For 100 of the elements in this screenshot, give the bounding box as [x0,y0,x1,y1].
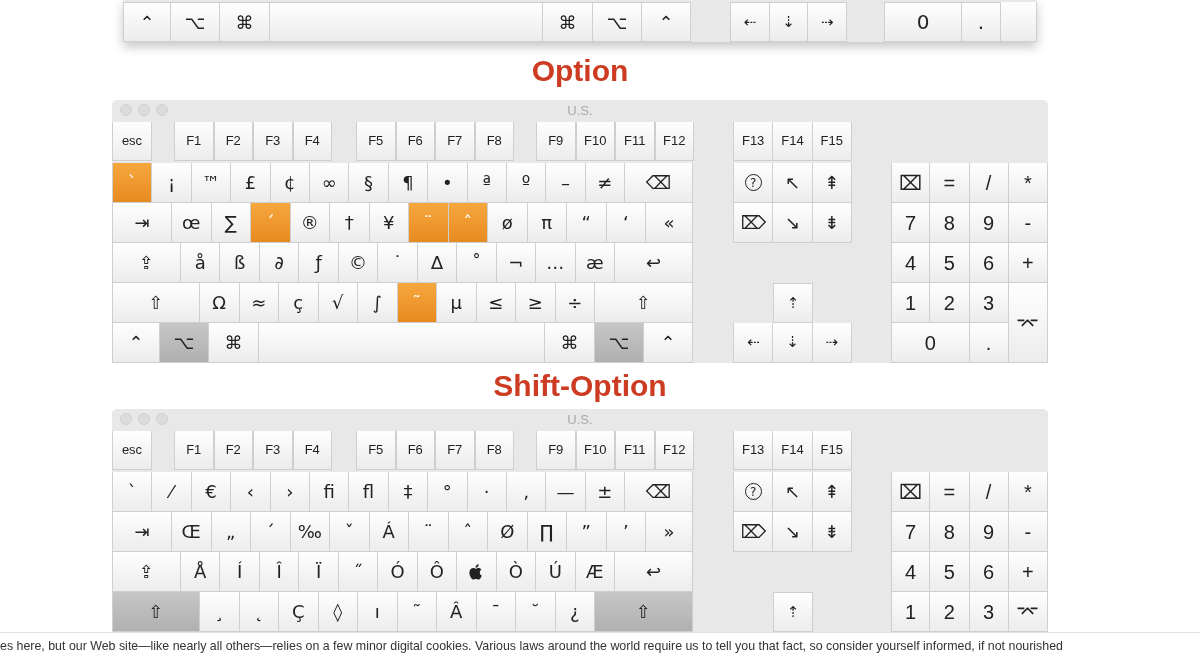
keyboard-key[interactable]: æ [575,243,615,283]
space-bar[interactable] [259,323,545,363]
keyboard-key[interactable]: ⌤ [1008,283,1048,363]
keyboard-key[interactable]: 1 [891,283,931,323]
keyboard-key[interactable]: ≈ [239,283,279,323]
keyboard-key[interactable]: + [1008,243,1048,283]
keyboard-key[interactable]: ⇣ [773,323,813,363]
keyboard-key[interactable]: 0 [891,323,970,363]
keyboard-key[interactable]: ⌘ [545,323,595,363]
keyboard-key[interactable]: • [428,163,468,203]
keyboard-key[interactable]: F11 [615,122,655,161]
keyboard-key[interactable]: £ [231,163,271,203]
keyboard-key[interactable]: ⌃ [642,2,691,42]
keyboard-key[interactable]: ç [279,283,319,323]
keyboard-key[interactable]: ⌧ [891,472,931,512]
keyboard-key[interactable]: ˇ [330,512,370,552]
keyboard-key[interactable]: F15 [812,122,852,161]
keyboard-key[interactable]: F1 [174,122,214,161]
keyboard-key[interactable]: F6 [395,122,435,161]
keyboard-key[interactable]: ˆ [448,512,488,552]
keyboard-key[interactable]: ⌧ [891,163,931,203]
keyboard-key[interactable]: 1 [891,592,931,632]
keyboard-key[interactable]: F14 [773,431,813,470]
keyboard-key[interactable]: F2 [213,122,253,161]
keyboard-key[interactable]: ⇥ [112,203,172,243]
keyboard-key[interactable]: ≥ [516,283,556,323]
keyboard-key[interactable]: ⇧ [112,592,200,632]
keyboard-key[interactable]: ∫ [358,283,398,323]
keyboard-key[interactable]: F5 [356,122,396,161]
keyboard-key[interactable]: † [330,203,370,243]
keyboard-key[interactable]: ⇞ [812,163,852,203]
keyboard-key[interactable]: ↖ [773,472,813,512]
keyboard-key[interactable]: F7 [435,431,475,470]
keyboard-key[interactable]: ⇢ [808,2,847,42]
keyboard-key[interactable]: ∂ [259,243,300,283]
keyboard-key[interactable]: 2 [930,592,970,632]
keyboard-key[interactable]: F9 [536,122,576,161]
keyboard-key[interactable]: ? [733,163,774,203]
keyboard-key[interactable]: … [536,243,576,283]
keyboard-key[interactable]: 7 [891,203,931,243]
keyboard-key[interactable]: ⌘ [220,2,270,42]
keyboard-key[interactable]: Å [181,552,221,592]
keyboard-key[interactable]: 5 [930,552,970,592]
keyboard-key[interactable]: ⌃ [112,323,160,363]
keyboard-key[interactable] [457,552,497,592]
keyboard-key[interactable]: ⌦ [733,203,774,243]
keyboard-key[interactable]: º [506,163,547,203]
keyboard-key[interactable]: 3 [969,283,1009,323]
keyboard-key[interactable]: π [527,203,567,243]
keyboard-key[interactable]: ¢ [270,163,310,203]
keyboard-key[interactable]: ⇠ [733,323,774,363]
keyboard-key[interactable]: Ω [200,283,240,323]
keyboard-key[interactable]: F13 [733,122,774,161]
keyboard-key[interactable]: ↘ [773,512,813,552]
keyboard-key[interactable]: / [969,163,1009,203]
keyboard-key[interactable]: Æ [575,552,615,592]
keyboard-key[interactable]: ⌥ [171,2,220,42]
keyboard-key[interactable]: ⇧ [112,283,200,323]
keyboard-key[interactable]: ƒ [299,243,339,283]
keyboard-key[interactable]: ﬁ [309,472,350,512]
keyboard-key[interactable]: F7 [435,122,475,161]
keyboard-key[interactable]: ª [467,163,507,203]
keyboard-key[interactable]: ⇡ [773,283,813,323]
keyboard-key[interactable]: F11 [615,431,655,470]
keyboard-key[interactable]: 4 [891,552,931,592]
keyboard-key[interactable]: µ [437,283,477,323]
keyboard-key[interactable]: = [930,163,970,203]
keyboard-key[interactable]: 6 [969,552,1009,592]
keyboard-key[interactable]: F3 [253,122,293,161]
keyboard-key[interactable]: esc [112,122,152,161]
keyboard-key[interactable]: ˙ [378,243,418,283]
keyboard-key[interactable]: 8 [930,512,970,552]
keyboard-key[interactable]: ⌃ [644,323,693,363]
keyboard-key[interactable]: ´ [251,512,291,552]
keyboard-key[interactable]: F2 [213,431,253,470]
keyboard-key[interactable]: ↩ [615,243,693,283]
keyboard-key[interactable]: ⇟ [812,512,852,552]
keyboard-key[interactable]: ⇣ [769,2,809,42]
keyboard-key[interactable]: ± [585,472,626,512]
keyboard-key[interactable]: √ [318,283,358,323]
keyboard-key[interactable]: ⌫ [625,472,694,512]
keyboard-key[interactable]: 9 [969,512,1009,552]
keyboard-key[interactable]: . [962,2,1001,42]
keyboard-key[interactable]: * [1008,472,1048,512]
keyboard-key[interactable]: 7 [891,512,931,552]
keyboard-key[interactable]: ⌃ [123,2,171,42]
keyboard-key[interactable]: ∞ [309,163,350,203]
keyboard-key[interactable]: 8 [930,203,970,243]
keyboard-key[interactable]: F3 [253,431,293,470]
keyboard-key[interactable]: ⇡ [773,592,813,632]
keyboard-key[interactable]: ⇪ [112,552,181,592]
keyboard-key[interactable]: ⁄ [152,472,192,512]
keyboard-key[interactable]: ↩ [615,552,693,592]
keyboard-key[interactable]: ⌘ [543,2,593,42]
keyboard-key[interactable]: 2 [930,283,970,323]
keyboard-key[interactable]: - [1008,203,1048,243]
keyboard-key[interactable]: ß [220,243,260,283]
keyboard-key[interactable]: 6 [969,243,1009,283]
keyboard-key[interactable]: „ [211,512,251,552]
keyboard-key[interactable]: » [646,512,693,552]
